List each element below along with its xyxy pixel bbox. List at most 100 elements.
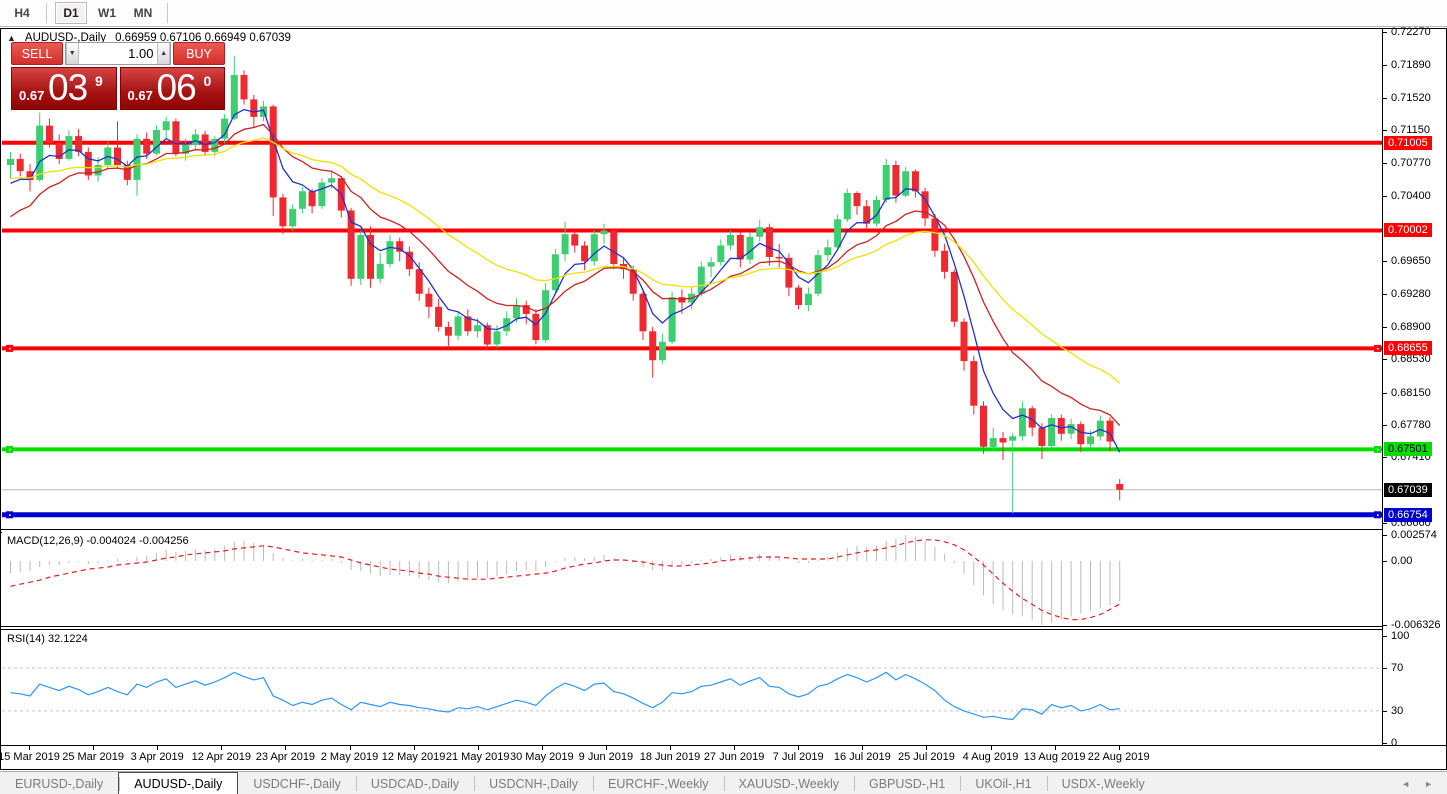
price-tick — [1383, 32, 1387, 33]
time-label: 27 Jun 2019 — [703, 751, 765, 763]
time-label: 23 Apr 2019 — [255, 751, 316, 763]
time-label: 2 May 2019 — [320, 751, 379, 763]
time-axis-line — [1, 745, 1446, 746]
timeframe-button-w1[interactable]: W1 — [91, 2, 123, 24]
rsi-indicator-label: RSI(14) 32.1224 — [7, 633, 88, 645]
tab-gbpusd-h1[interactable]: GBPUSD-,H1 — [853, 772, 960, 794]
candles-layer — [7, 55, 1124, 514]
price-label: 0.68150 — [1391, 387, 1431, 399]
macd-signal-line — [10, 539, 1120, 621]
sell-button[interactable]: SELL — [11, 42, 63, 65]
buy-button[interactable]: BUY — [173, 42, 225, 65]
sell-price-pip: 9 — [95, 73, 103, 89]
timeframe-button-mn[interactable]: MN — [127, 2, 159, 24]
horizontal-line-object[interactable] — [2, 445, 1382, 453]
timeframe-button-h4[interactable]: H4 — [6, 2, 38, 24]
time-label: 21 May 2019 — [445, 751, 510, 763]
price-label: 0.71890 — [1391, 59, 1431, 71]
macd-indicator-label: MACD(12,26,9) -0.004024 -0.004256 — [7, 535, 189, 547]
time-label: 12 Apr 2019 — [191, 751, 251, 763]
chart-tab-bar: EURUSD-,Daily AUDUSD-,Daily USDCHF-,Daily U… — [0, 771, 1447, 794]
time-tick — [285, 746, 287, 750]
buy-price-main: 06 — [156, 67, 197, 108]
price-tick — [1383, 98, 1387, 99]
price-tick — [1383, 523, 1387, 524]
price-label: 0.72270 — [1391, 26, 1431, 38]
macd-scale-tick — [1383, 625, 1387, 626]
time-label: 3 Apr 2019 — [130, 751, 184, 763]
time-label: 16 Jul 2019 — [833, 751, 891, 763]
volume-increase-button[interactable]: ▲ — [157, 43, 170, 64]
time-tick — [990, 746, 992, 750]
volume-control: ▼ ▲ — [65, 42, 171, 65]
time-tick — [926, 746, 928, 750]
macd-scale-tick — [1383, 561, 1387, 562]
time-label: 7 Jul 2019 — [772, 751, 824, 763]
time-tick — [862, 746, 864, 750]
horizontal-line-object[interactable] — [2, 511, 1382, 519]
rsi-scale-label: 70 — [1391, 662, 1404, 674]
macd-scale-label: 0.002574 — [1391, 529, 1437, 541]
price-tick — [1383, 359, 1387, 360]
volume-input[interactable] — [78, 43, 158, 64]
rsi-pane-canvas[interactable] — [2, 630, 1382, 745]
rsi-scale-tick — [1383, 743, 1387, 744]
time-tick — [1118, 746, 1120, 750]
current-price-badge: 0.67039 — [1384, 483, 1432, 497]
price-tick — [1383, 65, 1387, 66]
tab-eurusd-daily[interactable]: EURUSD-,Daily — [0, 772, 118, 794]
price-label: 0.71150 — [1391, 124, 1430, 136]
one-click-trading-panel: SELL ▼ ▲ BUY 0.67 03 9 0.67 06 0 — [11, 42, 225, 110]
tab-usdx-weekly[interactable]: USDX-,Weekly — [1046, 772, 1160, 794]
line-price-badge: 0.70002 — [1384, 223, 1432, 237]
toolbar-separator — [46, 3, 47, 23]
time-tick — [670, 746, 671, 750]
tab-scroll-left-button[interactable]: ◄ — [1401, 779, 1410, 789]
tab-eurchf-weekly[interactable]: EURCHF-,Weekly — [593, 772, 723, 794]
price-label: 0.69280 — [1391, 288, 1431, 300]
tab-scroll-right-button[interactable]: ► — [1424, 779, 1433, 789]
horizontal-line-object[interactable] — [2, 344, 1382, 352]
time-label: 22 Aug 2019 — [1087, 751, 1150, 763]
tab-audusd-daily[interactable]: AUDUSD-,Daily — [118, 772, 239, 794]
toolbar-separator — [167, 3, 168, 23]
time-label: 4 Aug 2019 — [962, 751, 1019, 763]
price-axis[interactable]: 0.72270 0.71890 0.71520 0.71150 0.70770 0.704… — [1382, 26, 1446, 749]
price-label: 0.71520 — [1391, 92, 1431, 104]
price-label: 0.70400 — [1391, 190, 1431, 202]
price-tick — [1383, 393, 1387, 394]
line-price-badge: 0.66754 — [1384, 508, 1432, 522]
time-tick — [734, 746, 736, 750]
timeframe-toolbar: H4 D1 W1 MN — [0, 0, 1447, 27]
time-label: 15 Mar 2019 — [0, 751, 60, 763]
macd-scale-tick — [1383, 535, 1387, 536]
price-tick — [1383, 130, 1387, 131]
volume-decrease-button[interactable]: ▼ — [66, 43, 79, 64]
tab-usdchf-daily[interactable]: USDCHF-,Daily — [238, 772, 356, 794]
time-tick — [605, 746, 607, 750]
time-tick — [221, 746, 223, 750]
time-tick — [541, 746, 543, 750]
line-price-badge: 0.67501 — [1384, 442, 1432, 456]
buy-price-box[interactable]: 0.67 06 0 — [119, 67, 225, 110]
price-tick — [1383, 163, 1387, 164]
tab-xauusd-weekly[interactable]: XAUUSD-,Weekly — [723, 772, 854, 794]
sell-price-main: 03 — [48, 67, 88, 108]
tab-usdcnh-daily[interactable]: USDCNH-,Daily — [474, 772, 593, 794]
time-tick — [29, 746, 30, 750]
timeframe-button-d1[interactable]: D1 — [55, 2, 87, 24]
price-tick — [1383, 261, 1387, 262]
tab-ukoil-h1[interactable]: UKOil-,H1 — [960, 772, 1046, 794]
line-price-badge: 0.68655 — [1384, 341, 1432, 355]
time-tick — [798, 746, 800, 750]
sell-price-box[interactable]: 0.67 03 9 — [11, 67, 117, 110]
time-tick — [93, 746, 95, 750]
macd-pane-canvas[interactable] — [2, 532, 1382, 626]
tab-usdcad-daily[interactable]: USDCAD-,Daily — [355, 772, 474, 794]
time-label: 18 Jun 2019 — [639, 751, 701, 763]
rsi-scale-label: 100 — [1391, 630, 1410, 642]
buy-price-pip: 0 — [203, 73, 212, 89]
time-label: 13 Aug 2019 — [1023, 751, 1086, 763]
time-label: 25 Mar 2019 — [62, 751, 124, 763]
sell-price-prefix: 0.67 — [19, 88, 45, 103]
